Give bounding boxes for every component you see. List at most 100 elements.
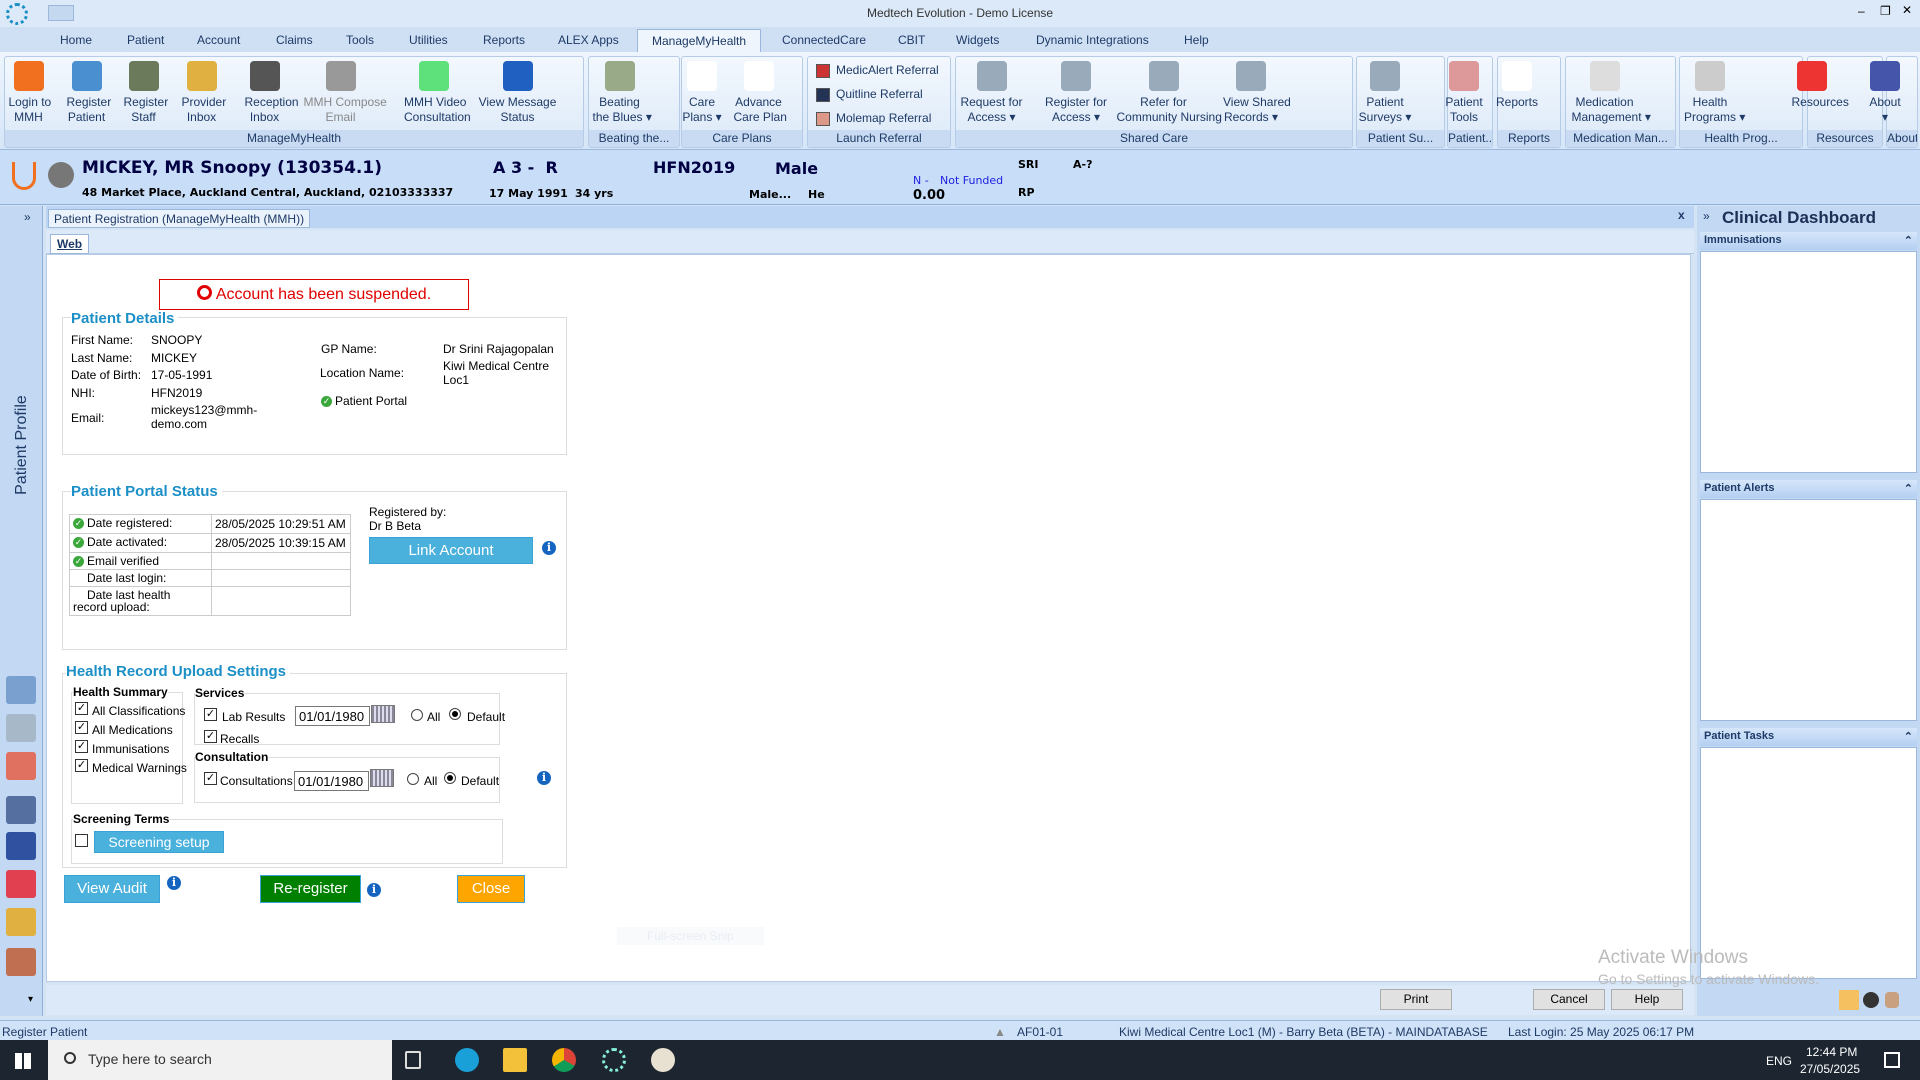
lab-default-radio[interactable] — [449, 708, 461, 720]
login-to-mmh-button[interactable]: Login to MMH — [9, 61, 51, 125]
task-view-icon[interactable] — [405, 1051, 421, 1069]
resources-button[interactable]: Resources — [1792, 61, 1849, 110]
list-view-icon[interactable] — [6, 832, 36, 860]
collapse-dashboard-button[interactable]: » — [1703, 209, 1710, 223]
health-summary-checkbox[interactable]: ✓ — [75, 759, 88, 772]
refer-for-community-nursing-button[interactable]: Refer for Community Nursing — [1117, 61, 1222, 125]
screening-checkbox[interactable] — [75, 834, 88, 847]
view-audit-button[interactable]: View Audit — [64, 875, 160, 903]
clock-date[interactable]: 27/05/2025 — [1800, 1062, 1860, 1076]
info-icon[interactable]: i — [367, 883, 381, 897]
health-summary-checkbox[interactable]: ✓ — [75, 721, 88, 734]
user-icon[interactable] — [1885, 992, 1899, 1008]
menu-tab-home[interactable]: Home — [60, 33, 92, 47]
menu-tab-utilities[interactable]: Utilities — [409, 33, 448, 47]
provider-inbox-button[interactable]: Provider Inbox — [182, 61, 226, 125]
reregister-button[interactable]: Re-register — [260, 875, 361, 903]
menu-tab-connectedcare[interactable]: ConnectedCare — [782, 33, 866, 47]
patient-tools-button[interactable]: Patient Tools — [1444, 61, 1484, 125]
collapse-icon[interactable]: ⌃ — [1904, 234, 1913, 247]
lab-all-radio[interactable] — [411, 709, 423, 721]
lab-results-date-input[interactable]: 01/01/1980 — [295, 706, 370, 726]
health-icon[interactable] — [6, 870, 36, 898]
expand-sidebar-button[interactable]: » — [24, 210, 31, 224]
mmh-compose-email-button[interactable]: MMH Compose Email — [304, 61, 387, 125]
collapse-icon[interactable]: ⌃ — [1904, 730, 1913, 743]
collapse-icon[interactable]: ⌃ — [1904, 482, 1913, 495]
dashboard-view-icon[interactable] — [1839, 990, 1859, 1010]
menu-tab-account[interactable]: Account — [197, 33, 240, 47]
consultations-date-input[interactable]: 01/01/1980 — [294, 771, 369, 791]
menu-tab-reports[interactable]: Reports — [483, 33, 525, 47]
link-account-button[interactable]: Link Account — [369, 537, 533, 564]
notification-icon[interactable] — [1884, 1052, 1900, 1068]
health-programs-button[interactable]: Health Programs ▾ — [1684, 61, 1745, 125]
beating-the-blues-button[interactable]: Beating the Blues ▾ — [593, 61, 652, 125]
care-plans-button[interactable]: Care Plans ▾ — [682, 61, 722, 125]
help-button[interactable]: Help — [1611, 989, 1683, 1010]
more-button[interactable]: ▾ — [28, 994, 33, 1005]
reception-inbox-button[interactable]: Reception Inbox — [245, 61, 299, 125]
windows-start-icon[interactable] — [15, 1053, 31, 1069]
menu-tab-cbit[interactable]: CBIT — [898, 33, 925, 47]
medication-management-button[interactable]: Medication Management ▾ — [1572, 61, 1651, 125]
menu-tab-alex-apps[interactable]: ALEX Apps — [558, 33, 619, 47]
list-icon[interactable] — [6, 796, 36, 824]
funding-status[interactable]: Not Funded — [940, 174, 1003, 187]
request-for-access-button[interactable]: Request for Access ▾ — [959, 61, 1025, 125]
language-indicator[interactable]: ENG — [1766, 1054, 1792, 1068]
about-button[interactable]: About ▾ — [1865, 61, 1905, 125]
info-icon[interactable]: i — [537, 771, 551, 785]
cons-default-radio[interactable] — [444, 772, 456, 784]
patient-info-icon[interactable] — [6, 714, 36, 742]
view-shared-records-button[interactable]: View Shared Records ▾ — [1223, 61, 1291, 125]
restore-button[interactable]: ❐ — [1880, 4, 1891, 18]
register-patient-button[interactable]: Register Patient — [67, 61, 111, 125]
lab-results-checkbox[interactable]: ✓ — [204, 708, 217, 721]
patient-surveys-button[interactable]: Patient Surveys ▾ — [1353, 61, 1417, 125]
close-window-button[interactable]: ✕ — [1902, 3, 1912, 17]
mmh-video-consultation-button[interactable]: MMH Video Consultation — [404, 61, 471, 125]
menu-tab-dynamic-integrations[interactable]: Dynamic Integrations — [1036, 33, 1149, 47]
cancel-button[interactable]: Cancel — [1533, 989, 1605, 1010]
menu-tab-patient[interactable]: Patient — [127, 33, 164, 47]
patient-profile-tab[interactable]: Patient Profile — [13, 385, 31, 505]
tab-web[interactable]: Web — [50, 234, 90, 254]
medicalert-referral-button[interactable]: MedicAlert Referral — [816, 63, 939, 78]
menu-tab-claims[interactable]: Claims — [276, 33, 313, 47]
tab-patient-registration[interactable]: Patient Registration (ManageMyHealth (MM… — [48, 209, 311, 228]
info-icon[interactable]: i — [167, 876, 181, 890]
health-summary-checkbox[interactable]: ✓ — [75, 702, 88, 715]
staff-icon[interactable] — [6, 948, 36, 976]
recalls-checkbox[interactable]: ✓ — [204, 730, 217, 743]
consultations-checkbox[interactable]: ✓ — [204, 772, 217, 785]
close-tab-icon[interactable]: x — [1678, 208, 1685, 222]
gauge-icon[interactable] — [1863, 992, 1879, 1008]
calendar-icon[interactable] — [371, 705, 395, 723]
info-icon[interactable]: i — [542, 541, 556, 555]
inbox-icon[interactable] — [6, 908, 36, 936]
register-for-access-button[interactable]: Register for Access ▾ — [1044, 61, 1108, 125]
calendar-icon[interactable] — [370, 769, 394, 787]
view-message-status-button[interactable]: View Message Status — [479, 61, 557, 125]
molemap-referral-button[interactable]: Molemap Referral — [816, 111, 931, 126]
taskbar-search-input[interactable]: Type here to search — [48, 1040, 392, 1080]
register-staff-button[interactable]: Register Staff — [124, 61, 168, 125]
print-button[interactable]: Print — [1380, 989, 1452, 1010]
menu-tab-widgets[interactable]: Widgets — [956, 33, 999, 47]
file-explorer-icon[interactable] — [503, 1048, 527, 1072]
health-summary-checkbox[interactable]: ✓ — [75, 740, 88, 753]
menu-tab-tools[interactable]: Tools — [346, 33, 374, 47]
edge-icon[interactable] — [455, 1048, 479, 1072]
paint-icon[interactable] — [651, 1048, 675, 1072]
screening-setup-button[interactable]: Screening setup — [94, 831, 224, 853]
menu-tab-help[interactable]: Help — [1184, 33, 1209, 47]
grid-icon[interactable] — [6, 752, 36, 780]
patient-photo-icon[interactable] — [48, 162, 74, 188]
chrome-icon[interactable] — [552, 1048, 576, 1072]
medtech-icon[interactable] — [602, 1048, 626, 1072]
quitline-referral-button[interactable]: Quitline Referral — [816, 87, 923, 102]
advance-care-plan-button[interactable]: Advance Care Plan — [734, 61, 787, 125]
reports-button[interactable]: Reports — [1491, 61, 1543, 110]
cons-all-radio[interactable] — [407, 773, 419, 785]
